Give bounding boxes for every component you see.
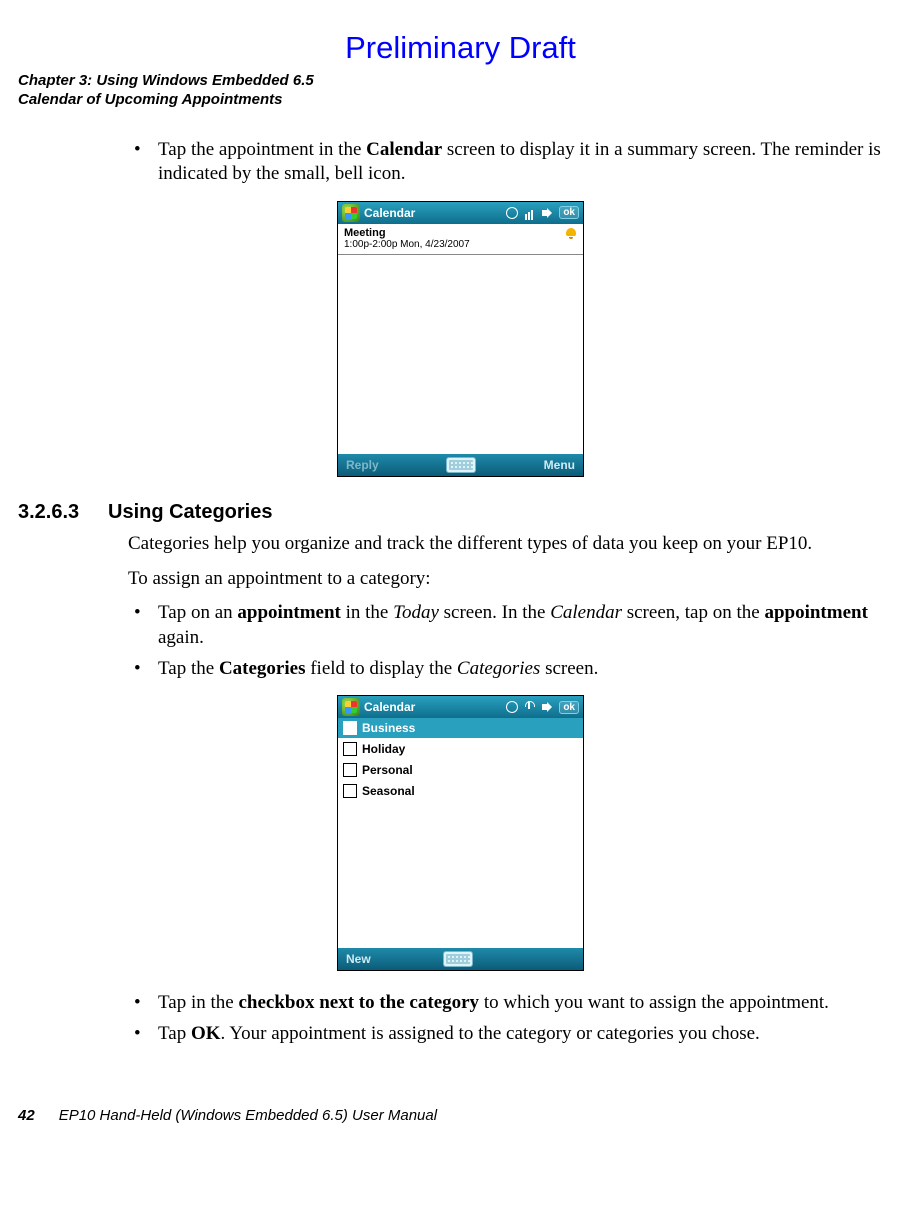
- keyboard-icon[interactable]: [444, 952, 472, 966]
- softkey-bar: New: [338, 948, 583, 970]
- para-intro: Categories help you organize and track t…: [128, 532, 893, 557]
- new-softkey[interactable]: New: [346, 952, 371, 966]
- category-label: Seasonal: [362, 784, 415, 798]
- summary-content: Meeting 1:00p-2:00p Mon, 4/23/2007: [338, 224, 583, 454]
- start-icon: [342, 698, 360, 716]
- text: field to display the: [305, 658, 456, 679]
- text: again.: [158, 627, 204, 648]
- page-footer: 42 EP10 Hand-Held (Windows Embedded 6.5) …: [18, 1107, 903, 1124]
- section-heading: 3.2.6.3Using Categories: [18, 501, 903, 524]
- italic: Categories: [457, 658, 540, 679]
- category-label: Personal: [362, 763, 413, 777]
- volume-icon: [541, 206, 555, 220]
- divider: [338, 254, 583, 255]
- titlebar: Calendar ok: [338, 696, 583, 718]
- section-line: Calendar of Upcoming Appointments: [18, 91, 903, 110]
- step-tap-categories: Tap the Categories field to display the …: [128, 657, 893, 682]
- bell-icon: [565, 227, 577, 239]
- figure-categories: Calendar ok Business Holiday: [18, 695, 903, 971]
- volume-icon: [541, 700, 555, 714]
- checkbox[interactable]: [343, 721, 357, 735]
- step-check-category: Tap in the checkbox next to the category…: [128, 991, 893, 1016]
- checkbox[interactable]: [343, 742, 357, 756]
- softkey-bar: Reply Menu: [338, 454, 583, 476]
- text: screen, tap on the: [622, 602, 764, 623]
- step-tap-ok: Tap OK. Your appointment is assigned to …: [128, 1022, 893, 1047]
- window-title: Calendar: [364, 206, 501, 220]
- bold: appointment: [237, 602, 340, 623]
- text: Tap the appointment in the: [158, 139, 366, 160]
- keyboard-icon[interactable]: [447, 458, 475, 472]
- manual-title: EP10 Hand-Held (Windows Embedded 6.5) Us…: [59, 1107, 437, 1124]
- text: in the: [341, 602, 393, 623]
- page-number: 42: [18, 1107, 35, 1124]
- italic: Today: [393, 602, 439, 623]
- figure-calendar-summary: Calendar ok Meeting 1:00p-2:00p Mon, 4/2…: [18, 201, 903, 477]
- sync-icon: [505, 700, 519, 714]
- checkbox[interactable]: [343, 784, 357, 798]
- menu-softkey[interactable]: Menu: [544, 458, 575, 472]
- checkbox[interactable]: [343, 763, 357, 777]
- italic: Calendar: [550, 602, 622, 623]
- bold: checkbox next to the category: [238, 992, 479, 1013]
- start-icon: [342, 204, 360, 222]
- bold: appointment: [764, 602, 867, 623]
- sync-icon: [505, 206, 519, 220]
- category-row-business[interactable]: Business: [338, 718, 583, 739]
- reply-softkey[interactable]: Reply: [346, 458, 379, 472]
- category-row-seasonal[interactable]: Seasonal: [338, 781, 583, 802]
- running-header: Chapter 3: Using Windows Embedded 6.5 Ca…: [18, 72, 903, 110]
- text: Tap in the: [158, 992, 238, 1013]
- para-lead: To assign an appointment to a category:: [128, 567, 893, 592]
- draft-banner: Preliminary Draft: [18, 30, 903, 66]
- categories-list: Business Holiday Personal Seasonal: [338, 718, 583, 948]
- intro-bullet: Tap the appointment in the Calendar scre…: [128, 138, 893, 187]
- meeting-time: 1:00p-2:00p Mon, 4/23/2007: [338, 239, 583, 254]
- ok-button[interactable]: ok: [559, 206, 579, 219]
- window-title: Calendar: [364, 700, 501, 714]
- text: Tap the: [158, 658, 219, 679]
- chapter-line: Chapter 3: Using Windows Embedded 6.5: [18, 72, 903, 91]
- text: to which you want to assign the appointm…: [479, 992, 829, 1013]
- category-row-holiday[interactable]: Holiday: [338, 739, 583, 760]
- category-row-personal[interactable]: Personal: [338, 760, 583, 781]
- antenna-icon: [523, 700, 537, 714]
- section-number: 3.2.6.3: [18, 501, 108, 524]
- section-title: Using Categories: [108, 501, 272, 523]
- bold: OK: [191, 1023, 221, 1044]
- meeting-subject: Meeting: [344, 227, 386, 239]
- category-label: Holiday: [362, 742, 405, 756]
- text: Tap on an: [158, 602, 237, 623]
- ok-button[interactable]: ok: [559, 701, 579, 714]
- bold: Calendar: [366, 139, 442, 160]
- bold: Categories: [219, 658, 306, 679]
- text: screen. In the: [439, 602, 550, 623]
- text: Tap: [158, 1023, 191, 1044]
- text: . Your appointment is assigned to the ca…: [221, 1023, 760, 1044]
- titlebar: Calendar ok: [338, 202, 583, 224]
- text: screen.: [540, 658, 598, 679]
- step-tap-appointment: Tap on an appointment in the Today scree…: [128, 601, 893, 650]
- category-label: Business: [362, 721, 415, 735]
- signal-icon: [523, 206, 537, 220]
